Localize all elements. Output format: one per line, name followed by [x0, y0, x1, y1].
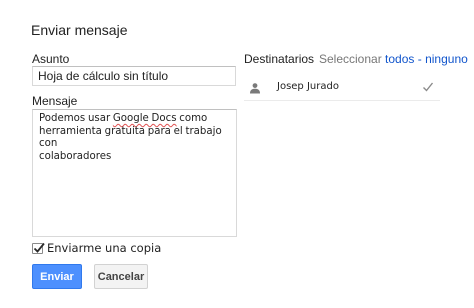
message-textarea[interactable]: Podemos usar Google Docs como herramient… — [32, 109, 237, 237]
message-text-misspelled: Google Docs — [112, 113, 177, 124]
recipients-title: Destinatarios — [244, 52, 315, 66]
recipients-select-controls: Seleccionar todos - ninguno — [319, 52, 468, 66]
checkmark-icon — [33, 242, 45, 253]
select-separator: - — [417, 52, 422, 66]
cancel-button[interactable]: Cancelar — [94, 264, 148, 289]
person-icon — [249, 81, 261, 99]
subject-label: Asunto — [32, 52, 70, 66]
recipient-checkbox[interactable] — [422, 80, 434, 98]
recipients-header: Destinatarios — [244, 52, 314, 66]
select-label: Seleccionar — [319, 52, 382, 66]
recipient-row[interactable]: Josep Jurado — [244, 74, 440, 101]
select-all-link[interactable]: todos — [385, 52, 414, 66]
select-none-link[interactable]: ninguno — [425, 52, 468, 66]
subject-input[interactable] — [32, 66, 236, 86]
send-copy-label: Enviarme una copia — [47, 241, 162, 255]
send-button[interactable]: Enviar — [32, 264, 82, 289]
recipient-name: Josep Jurado — [277, 81, 339, 92]
message-text-part-1: Podemos usar — [39, 113, 113, 124]
checkmark-icon — [423, 82, 434, 92]
send-copy-option[interactable]: Enviarme una copia — [32, 241, 161, 255]
send-copy-checkbox[interactable] — [32, 242, 45, 254]
dialog-title: Enviar mensaje — [31, 22, 128, 38]
share-dialog: Enviar mensaje Asunto Mensaje Podemos us… — [0, 0, 474, 308]
message-label: Mensaje — [32, 94, 78, 108]
